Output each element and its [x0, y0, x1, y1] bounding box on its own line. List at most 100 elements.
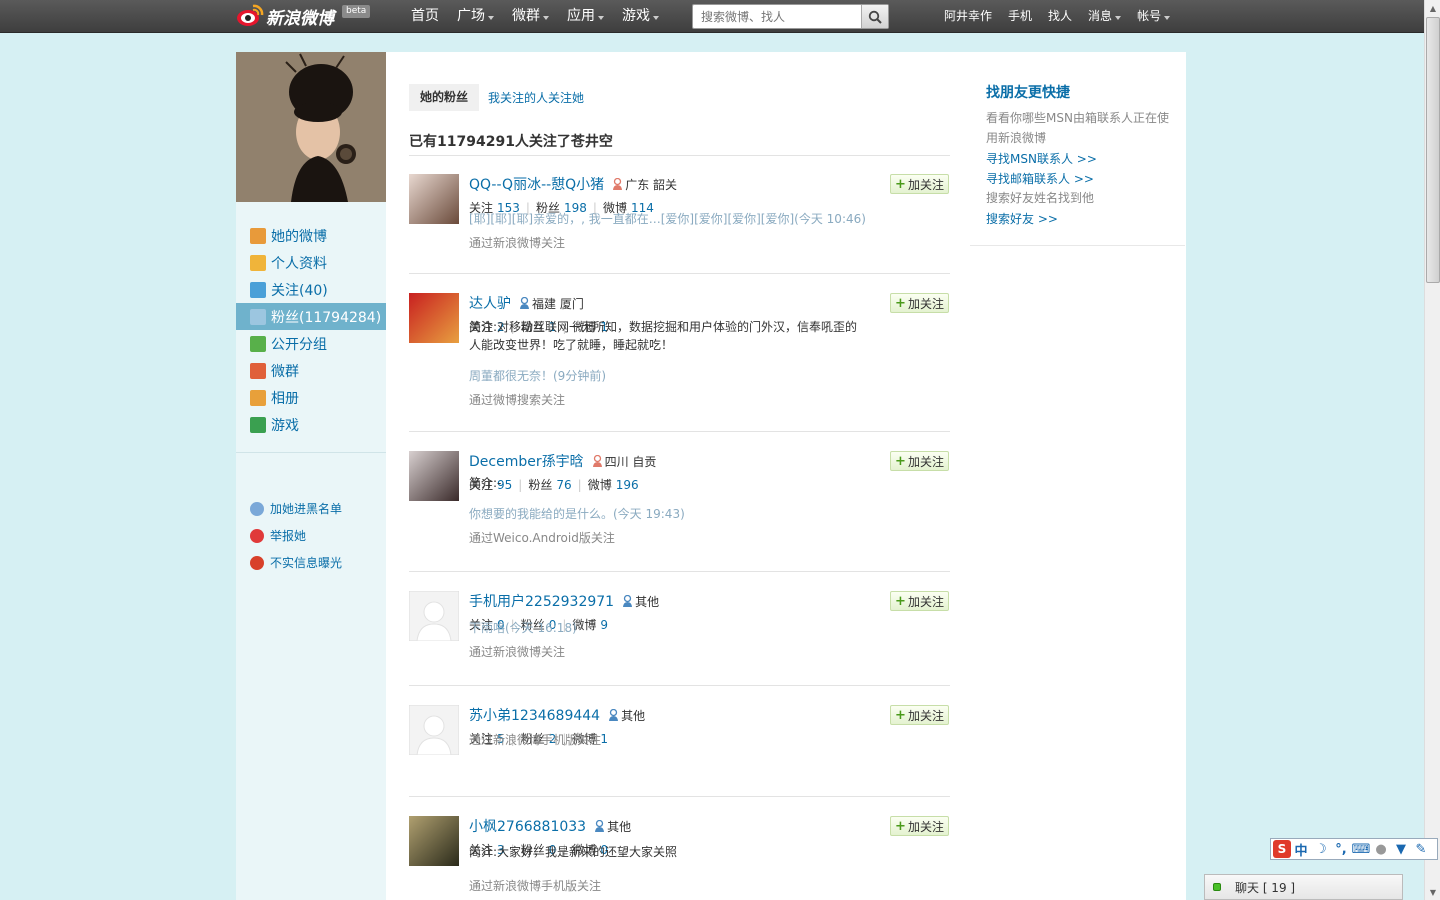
chevron-down-icon	[598, 15, 604, 20]
fan-item: 手机用户2252932971 其他 关注 0 | 粉丝 0 | 微博 9 下雨咯(今天 16:18)…	[408, 572, 950, 686]
weibo-logo[interactable]: 新浪微博 beta	[236, 2, 371, 30]
nav-item-label: 首页	[411, 8, 439, 24]
fan-name-link[interactable]: 手机用户2252932971	[469, 591, 614, 611]
follow-button[interactable]: + 加关注	[890, 293, 949, 313]
fan-avatar[interactable]	[409, 451, 459, 501]
profile-avatar[interactable]	[236, 52, 386, 202]
follow-button-label: 加关注	[907, 594, 944, 609]
nav-item-label: 应用	[567, 8, 595, 24]
sidebar-item[interactable]: 公开分组	[236, 330, 386, 357]
sidebar-item[interactable]: 关注(40)	[236, 276, 386, 303]
sidebar-actions: 加她进黑名单举报她不实信息曝光	[236, 495, 386, 576]
skin-icon[interactable]: ▼	[1391, 842, 1411, 857]
fan-location: 四川 自贡	[592, 453, 656, 470]
account-nav: 阿井幸作 手机 找人 消息 帐号	[936, 0, 1178, 33]
sogou-logo-icon[interactable]: S	[1273, 840, 1291, 858]
search-button[interactable]	[861, 5, 888, 28]
account-nav-item[interactable]: 帐号	[1129, 0, 1178, 33]
fan-follow-source: 通过新浪微博手机版关注	[469, 879, 602, 893]
plus-icon: +	[895, 295, 906, 311]
account-nav-item[interactable]: 手机	[1000, 0, 1040, 33]
follow-button-label: 加关注	[907, 454, 944, 469]
sidebar-action[interactable]: 举报她	[236, 522, 386, 549]
nav-item[interactable]: 游戏	[613, 0, 668, 33]
follow-button[interactable]: + 加关注	[890, 816, 949, 836]
fan-avatar[interactable]	[409, 816, 459, 866]
sidebar-item[interactable]: 相册	[236, 384, 386, 411]
account-nav-item[interactable]: 找人	[1040, 0, 1080, 33]
fan-location: 广东 韶关	[612, 176, 677, 193]
tab-her-fans[interactable]: 她的粉丝	[409, 84, 480, 111]
sidebar-item[interactable]: 个人资料	[236, 249, 386, 276]
fan-avatar[interactable]	[408, 590, 460, 642]
sidebar-action[interactable]: 加她进黑名单	[236, 495, 386, 522]
fan-latest-post[interactable]: [耶][耶][耶]亲爱的，, 我一直都在…[爱你][爱你][爱你][爱你](今天…	[469, 210, 866, 227]
moon-icon[interactable]: ☽	[1311, 842, 1331, 857]
sidebar-divider	[236, 452, 386, 453]
page-scrollbar[interactable]: ▲ ▼	[1424, 0, 1440, 900]
fan-name-row: 小枫2766881033 其他	[469, 816, 631, 836]
sidebar-action[interactable]: 不实信息曝光	[236, 549, 386, 576]
fans-count-title: 已有11794291人关注了苍井空	[409, 134, 613, 150]
msn-description: 看看你哪些MSN由箱联系人正在使用新浪微博	[986, 111, 1169, 145]
search-input[interactable]	[693, 5, 861, 28]
search-friends-link[interactable]: 搜索好友 >>	[986, 210, 1058, 227]
tab-followed-by-my-follows[interactable]: 我关注的人关注她	[488, 89, 584, 106]
online-status-icon	[1213, 883, 1221, 891]
plus-icon: +	[895, 453, 906, 469]
follow-button[interactable]: + 加关注	[890, 174, 949, 194]
stat-weibo-count[interactable]: 1	[600, 732, 608, 746]
punctuation-icon[interactable]: °,	[1331, 842, 1351, 857]
sidebar-action-label: 举报她	[270, 529, 307, 543]
fans-tabs: 她的粉丝 我关注的人关注她	[409, 84, 584, 111]
fan-latest-post[interactable]: 周董都很无奈！(9分钟前)	[469, 367, 606, 384]
nav-item-label: 游戏	[622, 8, 650, 24]
fan-name-link[interactable]: QQ--Q丽冰--憇Q小猪	[469, 174, 604, 194]
fan-name-link[interactable]: 小枫2766881033	[469, 816, 586, 836]
fan-item: 达人驴 福建 厦门 关注 2 | 粉丝 1 | 微博 1 简介:对移动互联网一无所知，数据挖掘和用户…	[409, 274, 950, 432]
sidebar-item[interactable]: 游戏	[236, 411, 386, 438]
sidebar-item-label: 公开分组	[271, 336, 327, 353]
nav-item[interactable]: 微群	[503, 0, 558, 33]
fan-latest-post[interactable]: 下雨咯(今天 16:18)	[469, 619, 577, 636]
ime-chinese-mode[interactable]: 中	[1291, 840, 1311, 859]
fan-latest-post[interactable]: 你想要的我能给的是什么。(今天 19:43)	[469, 505, 685, 522]
fan-avatar[interactable]	[409, 174, 459, 224]
account-nav-label: 帐号	[1137, 9, 1162, 23]
nav-item[interactable]: 应用	[558, 0, 613, 33]
user-icon[interactable]: ●	[1371, 842, 1391, 857]
chat-bar[interactable]: 聊天 [ 19 ]	[1204, 874, 1403, 900]
fan-follow-source: 通过微博搜索关注	[469, 393, 566, 407]
sidebar-item[interactable]: 她的微博	[236, 222, 386, 249]
ime-toolbar[interactable]: S 中 ☽ °, ⌨ ● ▼ ✎	[1270, 838, 1438, 860]
scroll-up-arrow-icon[interactable]: ▲	[1425, 0, 1440, 16]
follow-button[interactable]: + 加关注	[890, 451, 949, 471]
account-nav-item[interactable]: 消息	[1080, 0, 1129, 33]
sidebar-item[interactable]: 粉丝(11794284)	[236, 303, 386, 330]
scroll-down-arrow-icon[interactable]: ▼	[1425, 884, 1440, 900]
fan-name-row: December孫宇晗 四川 自贡	[469, 451, 656, 471]
follow-button[interactable]: + 加关注	[890, 591, 949, 611]
find-msn-contacts-link[interactable]: 寻找MSN联系人 >>	[986, 150, 1097, 167]
scrollbar-thumb[interactable]	[1426, 17, 1440, 283]
wrench-icon[interactable]: ✎	[1411, 842, 1431, 857]
account-nav-item[interactable]: 阿井幸作	[936, 0, 1000, 33]
fan-location: 其他	[594, 818, 631, 835]
fan-follow-source: 通过新浪微博关注	[469, 645, 566, 659]
nav-item[interactable]: 广场	[448, 0, 503, 33]
nav-item[interactable]: 首页	[402, 0, 448, 33]
fan-name-link[interactable]: 达人驴	[469, 293, 511, 313]
fan-avatar[interactable]	[408, 704, 460, 756]
nav-item-label: 微群	[512, 8, 540, 24]
fan-avatar[interactable]	[409, 293, 459, 343]
find-email-contacts-link[interactable]: 寻找邮箱联系人 >>	[986, 170, 1094, 187]
keyboard-icon[interactable]: ⌨	[1351, 842, 1371, 857]
sidebar-item[interactable]: 微群	[236, 357, 386, 384]
fan-item: 小枫2766881033 其他 关注 3 | 粉丝 0 | 微博 0 简介:大家好，我是新来的还望大…	[409, 797, 950, 900]
chevron-down-icon	[488, 15, 494, 20]
follow-button[interactable]: + 加关注	[890, 705, 949, 725]
fan-name-link[interactable]: 苏小弟1234689444	[469, 705, 600, 725]
chevron-down-icon	[653, 15, 659, 20]
stat-weibo-count[interactable]: 9	[600, 618, 608, 632]
fan-name-link[interactable]: December孫宇晗	[469, 451, 584, 471]
